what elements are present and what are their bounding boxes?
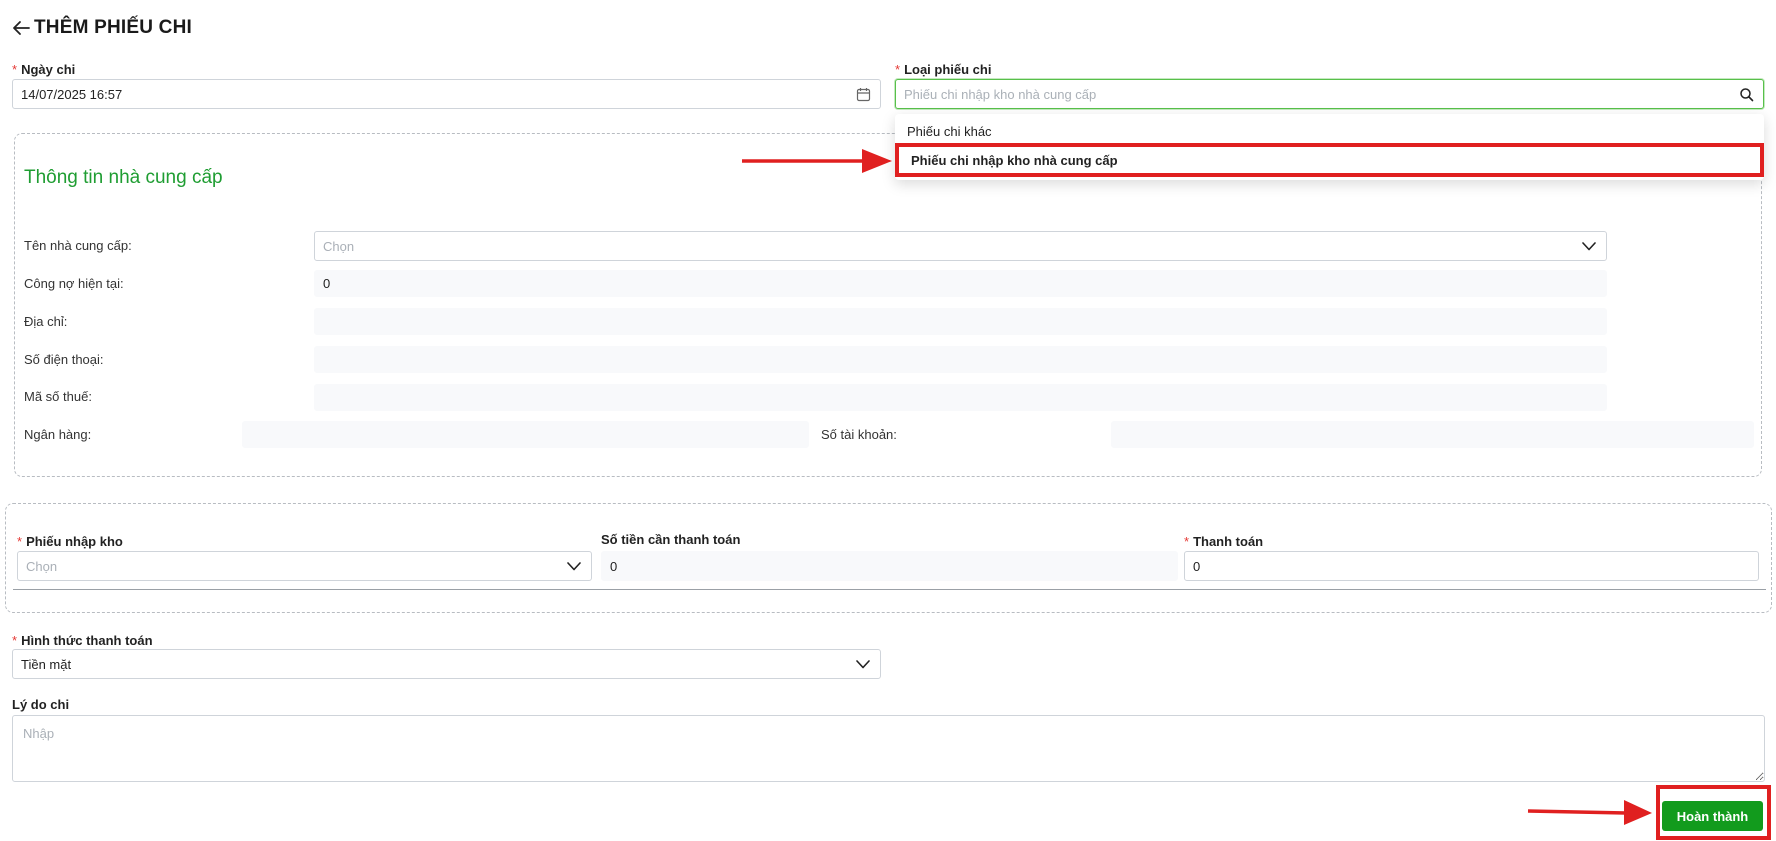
loai-phieu-chi-label-text: Loại phiếu chi: [904, 62, 992, 77]
phieu-nhap-kho-label-text: Phiếu nhập kho: [26, 534, 123, 549]
loai-phieu-chi-label: * Loại phiếu chi: [895, 62, 992, 77]
so-tien-label: Số tiền cần thanh toán: [601, 532, 741, 547]
cong-no-text: 0: [323, 276, 331, 291]
chevron-down-icon[interactable]: [1580, 237, 1598, 255]
loai-phieu-chi-placeholder: Phiếu chi nhập kho nhà cung cấp: [904, 86, 1097, 102]
chevron-down-icon[interactable]: [565, 557, 583, 575]
option-phieu-chi-khac[interactable]: Phiếu chi khác: [895, 116, 1764, 146]
supplier-section-title: Thông tin nhà cung cấp: [24, 167, 223, 188]
ten-nha-cung-cap-label: Tên nhà cung cấp:: [24, 238, 132, 253]
annotation-arrow-option: [742, 149, 892, 173]
phieu-nhap-kho-placeholder: Chọn: [26, 558, 58, 574]
ngay-chi-value: 14/07/2025 16:57: [21, 86, 123, 102]
loai-phieu-chi-dropdown: Phiếu chi khác Phiếu chi nhập kho nhà cu…: [895, 114, 1764, 180]
thanh-toan-label-text: Thanh toán: [1193, 534, 1264, 549]
thanh-toan-value: 0: [1193, 558, 1201, 574]
phieu-nhap-kho-select[interactable]: Chọn: [17, 551, 592, 581]
hinh-thuc-label: * Hình thức thanh toán: [12, 633, 153, 648]
ma-so-thue-label: Mã số thuế:: [24, 389, 92, 404]
option-phieu-chi-nhap-kho[interactable]: Phiếu chi nhập kho nhà cung cấp: [895, 143, 1764, 177]
ten-nha-cung-cap-select[interactable]: Chọn: [314, 231, 1607, 261]
ma-so-thue-field: [314, 384, 1607, 411]
ngan-hang-label: Ngân hàng:: [24, 427, 92, 442]
ten-nha-cung-cap-placeholder: Chọn: [323, 238, 355, 254]
chevron-down-icon[interactable]: [854, 655, 872, 673]
loai-phieu-chi-select[interactable]: Phiếu chi nhập kho nhà cung cấp: [895, 79, 1764, 109]
cong-no-label: Công nợ hiện tại:: [24, 276, 124, 291]
hinh-thuc-value: Tiền mặt: [21, 656, 72, 672]
thanh-toan-label: * Thanh toán: [1184, 534, 1264, 549]
hinh-thuc-select[interactable]: Tiền mặt: [12, 649, 881, 679]
page-header: THÊM PHIẾU CHI: [12, 16, 192, 40]
done-button[interactable]: Hoàn thành: [1662, 801, 1763, 831]
phieu-nhap-kho-label: * Phiếu nhập kho: [17, 534, 123, 549]
hinh-thuc-label-text: Hình thức thanh toán: [21, 633, 153, 648]
thanh-toan-input[interactable]: 0: [1184, 551, 1759, 581]
search-icon[interactable]: [1737, 85, 1755, 103]
dia-chi-field: [314, 308, 1607, 335]
receipt-divider: [13, 589, 1766, 590]
dia-chi-label: Địa chỉ:: [24, 314, 68, 329]
back-arrow-icon[interactable]: [12, 16, 32, 40]
annotation-arrow-done: [1527, 800, 1652, 825]
so-tien-text: 0: [610, 558, 618, 574]
page-title: THÊM PHIẾU CHI: [34, 17, 192, 38]
ngay-chi-input[interactable]: 14/07/2025 16:57: [12, 79, 881, 109]
so-tai-khoan-label: Số tài khoản:: [821, 427, 897, 442]
ngay-chi-label-text: Ngày chi: [21, 62, 76, 77]
so-dien-thoai-field: [314, 346, 1607, 373]
ly-do-chi-textarea[interactable]: [12, 715, 1765, 782]
ngan-hang-field: [242, 421, 809, 448]
so-tien-value: 0: [601, 551, 1178, 581]
ngay-chi-label: * Ngày chi: [12, 62, 76, 77]
ly-do-chi-label: Lý do chi: [12, 697, 70, 712]
cong-no-value: 0: [314, 270, 1607, 297]
so-tai-khoan-field: [1111, 421, 1754, 448]
calendar-icon[interactable]: [854, 85, 872, 103]
so-dien-thoai-label: Số điện thoại:: [24, 352, 104, 367]
